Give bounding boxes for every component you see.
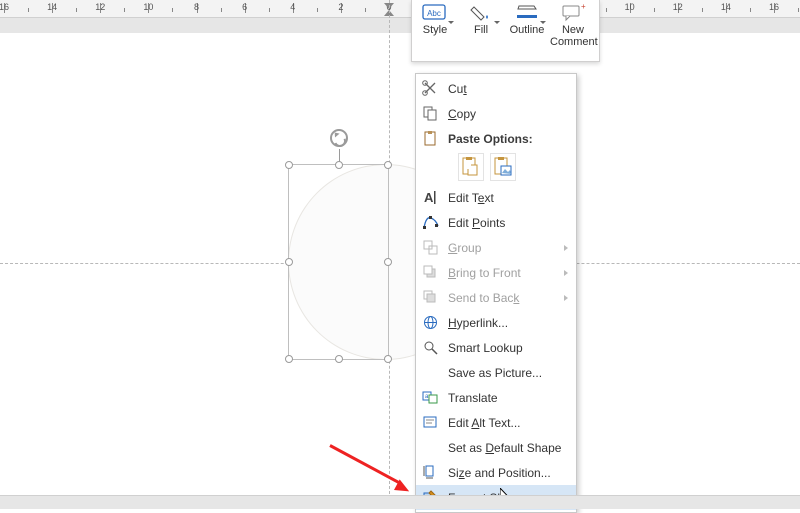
send-back-icon bbox=[422, 289, 439, 306]
page-edge-bottom bbox=[0, 495, 800, 509]
menu-item-send-to-back: Send to Back bbox=[416, 285, 576, 310]
bring-front-icon bbox=[422, 264, 439, 281]
paste-picture-button[interactable] bbox=[490, 153, 516, 181]
resize-handle-ml[interactable] bbox=[285, 258, 293, 266]
menu-item-bring-to-front: Bring to Front bbox=[416, 260, 576, 285]
edit-alt-text-label: Edit Alt Text... bbox=[448, 416, 521, 430]
menu-item-cut[interactable]: Cut bbox=[416, 76, 576, 101]
selection-bounding-box bbox=[288, 164, 389, 360]
mini-toolbar: Abc Style Fill Outline + NewComment bbox=[411, 0, 600, 62]
group-label: Group bbox=[448, 241, 481, 255]
paste-options-label: Paste Options: bbox=[448, 132, 533, 146]
translate-label: Translate bbox=[448, 391, 498, 405]
outline-button[interactable]: Outline bbox=[504, 4, 550, 36]
resize-handle-bl[interactable] bbox=[285, 355, 293, 363]
svg-text:+: + bbox=[581, 4, 586, 11]
new-comment-button[interactable]: + NewComment bbox=[550, 4, 596, 48]
translate-icon: a bbox=[422, 389, 439, 406]
resize-handle-br[interactable] bbox=[384, 355, 392, 363]
bring-to-front-label: Bring to Front bbox=[448, 266, 521, 280]
context-menu: Cut Copy Paste Options: A Edit Text Edit… bbox=[415, 73, 577, 513]
menu-item-save-as-picture[interactable]: Save as Picture... bbox=[416, 360, 576, 385]
group-icon bbox=[422, 239, 439, 256]
smart-lookup-label: Smart Lookup bbox=[448, 341, 523, 355]
send-to-back-label: Send to Back bbox=[448, 291, 519, 305]
svg-text:A: A bbox=[424, 190, 434, 205]
menu-item-edit-points[interactable]: Edit Points bbox=[416, 210, 576, 235]
alt-text-icon bbox=[422, 414, 439, 431]
resize-handle-tr[interactable] bbox=[384, 161, 392, 169]
menu-item-hyperlink[interactable]: Hyperlink... bbox=[416, 310, 576, 335]
paste-options-header: Paste Options: bbox=[416, 126, 576, 151]
edit-points-label: Edit Points bbox=[448, 216, 505, 230]
new-comment-label: NewComment bbox=[550, 24, 596, 48]
resize-handle-mt[interactable] bbox=[335, 161, 343, 169]
hyperlink-icon bbox=[422, 314, 439, 331]
cut-label: Cut bbox=[448, 82, 467, 96]
menu-item-size-position[interactable]: Size and Position... bbox=[416, 460, 576, 485]
fill-button[interactable]: Fill bbox=[458, 4, 504, 36]
outline-label: Outline bbox=[504, 24, 550, 36]
menu-item-translate[interactable]: a Translate bbox=[416, 385, 576, 410]
hyperlink-label: Hyperlink... bbox=[448, 316, 508, 330]
resize-handle-mr[interactable] bbox=[384, 258, 392, 266]
resize-handle-mb[interactable] bbox=[335, 355, 343, 363]
copy-label: Copy bbox=[448, 107, 476, 121]
paste-keep-source-button[interactable] bbox=[458, 153, 484, 181]
svg-text:Abc: Abc bbox=[427, 9, 441, 18]
fill-label: Fill bbox=[458, 24, 504, 36]
copy-icon bbox=[422, 105, 439, 122]
clipboard-icon bbox=[422, 130, 439, 147]
outline-pen-icon bbox=[514, 4, 540, 22]
edit-text-icon: A bbox=[422, 189, 439, 206]
smart-lookup-icon bbox=[422, 339, 439, 356]
ruler-horizontal: 1614121086420246810121416 bbox=[0, 0, 800, 18]
rotate-handle[interactable] bbox=[330, 129, 348, 147]
style-button[interactable]: Abc Style bbox=[412, 4, 458, 36]
save-as-picture-label: Save as Picture... bbox=[448, 366, 542, 380]
edit-points-icon bbox=[422, 214, 439, 231]
style-label: Style bbox=[412, 24, 458, 36]
scissors-icon bbox=[422, 80, 439, 97]
menu-item-edit-text[interactable]: A Edit Text bbox=[416, 185, 576, 210]
menu-item-group: Group bbox=[416, 235, 576, 260]
edit-text-label: Edit Text bbox=[448, 191, 494, 205]
paste-options-row bbox=[416, 151, 576, 185]
menu-item-smart-lookup[interactable]: Smart Lookup bbox=[416, 335, 576, 360]
fill-bucket-icon bbox=[468, 4, 494, 22]
page-edge-top bbox=[0, 18, 800, 33]
shape-style-icon: Abc bbox=[422, 4, 448, 22]
menu-item-copy[interactable]: Copy bbox=[416, 101, 576, 126]
resize-handle-tl[interactable] bbox=[285, 161, 293, 169]
menu-item-edit-alt-text[interactable]: Edit Alt Text... bbox=[416, 410, 576, 435]
new-comment-icon: + bbox=[560, 4, 586, 22]
set-default-shape-label: Set as Default Shape bbox=[448, 441, 561, 455]
size-position-icon bbox=[422, 464, 439, 481]
size-position-label: Size and Position... bbox=[448, 466, 551, 480]
menu-item-set-default-shape[interactable]: Set as Default Shape bbox=[416, 435, 576, 460]
